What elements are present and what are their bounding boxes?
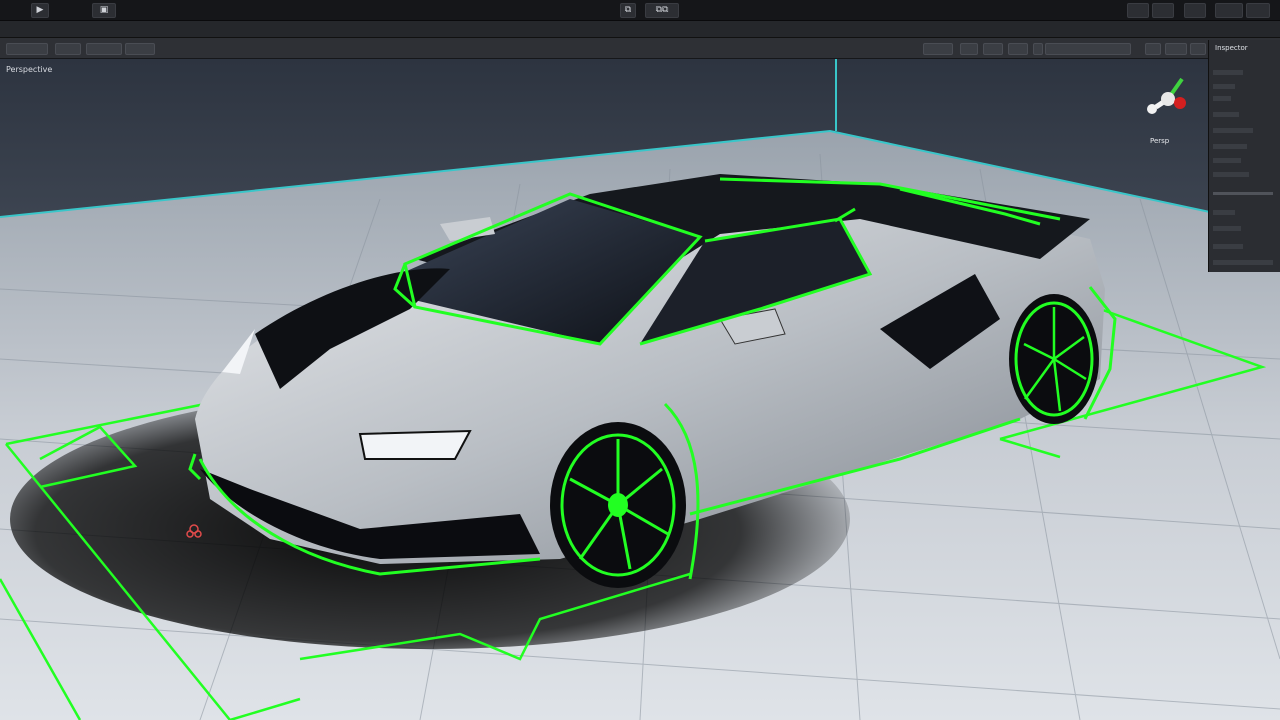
car-headlight (358, 429, 472, 460)
toolbar (0, 21, 1280, 38)
menu-item-2[interactable] (55, 43, 81, 55)
menu-item-3[interactable] (86, 43, 122, 55)
scene-option-3[interactable] (983, 43, 1003, 55)
menu-item-1[interactable] (6, 43, 48, 55)
scene-option-1[interactable] (923, 43, 953, 55)
rear-wheel (1009, 294, 1099, 424)
inspector-row-1[interactable] (1213, 70, 1277, 77)
menu-item-4[interactable] (125, 43, 155, 55)
inspector-row-5[interactable] (1213, 128, 1277, 135)
scene-canvas (0, 59, 1280, 720)
inspector-row-12[interactable] (1213, 260, 1277, 267)
inspector-row-2[interactable] (1213, 84, 1277, 91)
inspector-title: Inspector (1215, 44, 1248, 52)
inspector-row-7[interactable] (1213, 158, 1277, 165)
inspector-row-11[interactable] (1213, 244, 1277, 251)
inspector-panel: Inspector (1208, 40, 1280, 272)
inspector-row-10[interactable] (1213, 226, 1277, 233)
layout-button-left[interactable]: ⧉ (620, 3, 636, 18)
scene-search-field[interactable] (1045, 43, 1131, 55)
front-wheel (550, 422, 686, 588)
scene-option-7[interactable] (1165, 43, 1187, 55)
inspector-row-9[interactable] (1213, 210, 1277, 217)
scene-option-6[interactable] (1145, 43, 1161, 55)
inspector-row-6[interactable] (1213, 144, 1277, 151)
scene-option-2[interactable] (960, 43, 978, 55)
window-control-3[interactable] (1184, 3, 1206, 18)
window-control-5[interactable] (1246, 3, 1270, 18)
inspector-row-8[interactable] (1213, 172, 1277, 179)
inspector-row-4[interactable] (1213, 112, 1277, 119)
window-control-2[interactable] (1152, 3, 1174, 18)
window-control-4[interactable] (1215, 3, 1243, 18)
layout-button-right[interactable]: ⧉⧉ (645, 3, 679, 18)
window-control-1[interactable] (1127, 3, 1149, 18)
scene-option-4[interactable] (1008, 43, 1028, 55)
play-icon[interactable]: ▶ (31, 3, 49, 18)
projection-label[interactable]: Persp (1150, 137, 1169, 145)
scene-menu-bar (0, 38, 1280, 59)
title-bar: ▶ ▣ ⧉ ⧉⧉ (0, 0, 1280, 21)
scene-option-5[interactable] (1033, 43, 1043, 55)
scene-viewport[interactable]: Perspective Persp (0, 59, 1280, 720)
window-icon[interactable]: ▣ (92, 3, 116, 18)
inspector-slider[interactable] (1213, 192, 1277, 199)
scene-option-8[interactable] (1190, 43, 1206, 55)
inspector-row-3[interactable] (1213, 96, 1277, 103)
viewport-label: Perspective (6, 65, 53, 74)
